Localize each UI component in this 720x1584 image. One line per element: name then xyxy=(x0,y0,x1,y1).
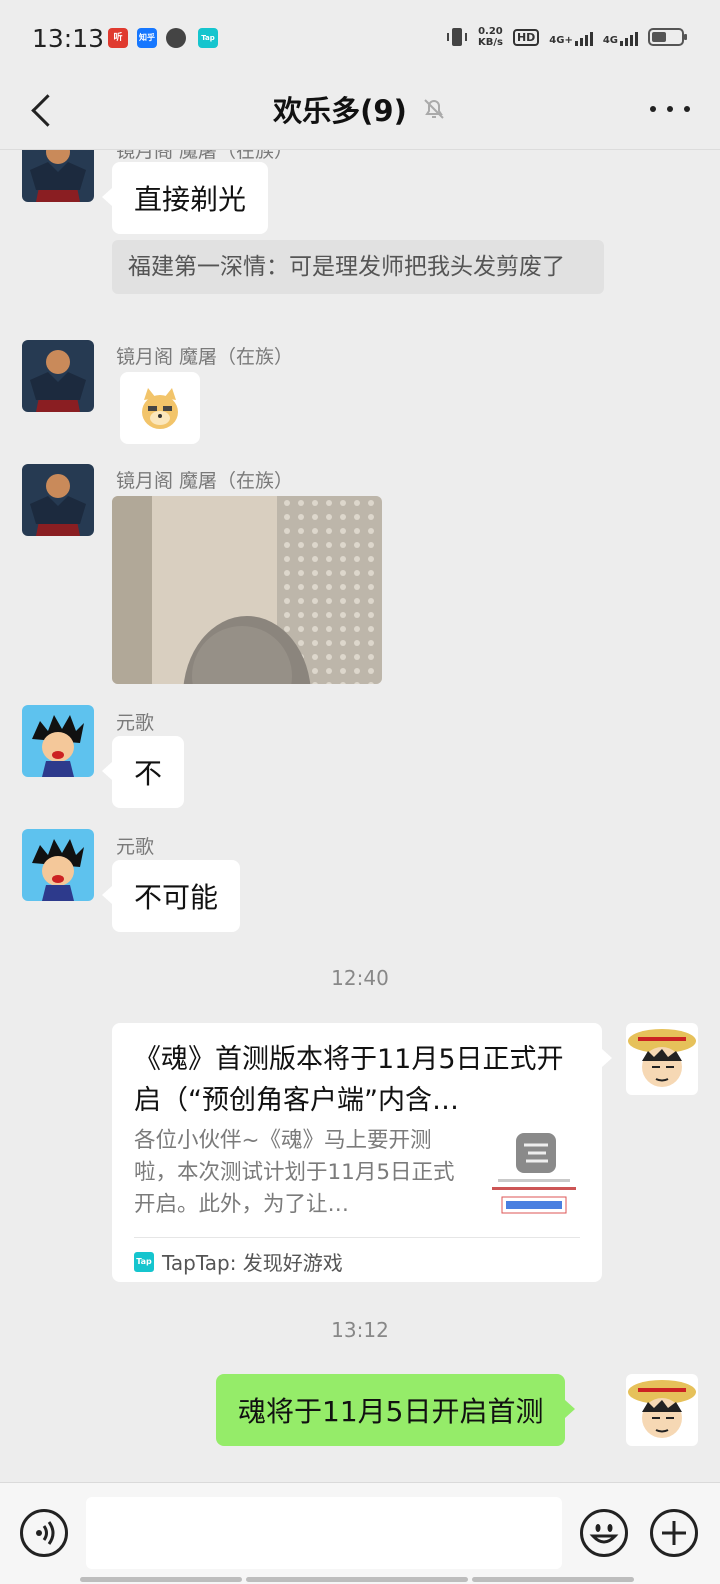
nav-handle xyxy=(246,1577,468,1582)
message-bubble[interactable]: 不可能 xyxy=(101,860,241,932)
signal-bars-icon xyxy=(574,28,593,46)
card-source-text: TapTap: 发现好游戏 xyxy=(162,1251,343,1275)
input-bar xyxy=(0,1482,720,1584)
card-title: 《魂》首测版本将于11月5日正式开启（“预创角客户端”内含… xyxy=(134,1044,564,1116)
self-avatar[interactable] xyxy=(626,1023,698,1095)
chat-header: 欢乐多(9) xyxy=(0,76,720,150)
status-time: 13:13 xyxy=(32,24,105,53)
sim2-signal: 4G xyxy=(603,28,638,46)
nav-handle xyxy=(472,1577,634,1582)
sticker-message[interactable] xyxy=(120,372,200,444)
sender-name: 镜月阁 魔屠（在族） xyxy=(116,470,294,492)
sender-name: 元歌 xyxy=(116,836,155,858)
avatar[interactable] xyxy=(22,464,94,536)
card-thumbnail xyxy=(488,1131,580,1219)
quoted-message[interactable]: 福建第一深情：可是理发师把我头发剪废了 xyxy=(112,240,604,294)
sender-name: 元歌 xyxy=(116,712,155,734)
doge-sticker-icon xyxy=(142,388,178,429)
zhihu-app-icon: 知乎 xyxy=(137,28,157,48)
smiley-icon xyxy=(589,1524,619,1544)
quote-text: 福建第一深情：可是理发师把我头发剪废了 xyxy=(128,254,565,280)
card-source: Tap TapTap: 发现好游戏 xyxy=(134,1247,343,1276)
more-options-button[interactable] xyxy=(650,94,690,124)
voice-input-button[interactable] xyxy=(20,1509,68,1557)
shared-link-card[interactable]: 《魂》首测版本将于11月5日正式开启（“预创角客户端”内含… 各位小伙伴~《魂》… xyxy=(112,1023,612,1282)
taptap-app-icon: Tap xyxy=(198,28,218,48)
message-bubble[interactable]: 直接剃光 xyxy=(101,162,269,234)
message-text: 不可能 xyxy=(134,881,219,914)
sender-name: 镜月阁 魔屠（在族） xyxy=(116,346,294,368)
message-bubble[interactable]: 不 xyxy=(101,736,185,808)
timestamp: 13:12 xyxy=(331,1318,389,1342)
photo-message[interactable] xyxy=(112,496,382,684)
avatar[interactable] xyxy=(22,705,94,777)
message-text: 不 xyxy=(134,757,163,790)
avatar[interactable] xyxy=(22,829,94,901)
avatar[interactable] xyxy=(22,150,94,202)
hd-badge: HD xyxy=(512,28,540,46)
sim1-signal: 4G+ xyxy=(549,28,593,46)
emoji-button[interactable] xyxy=(580,1509,628,1557)
status-bar: 13:13 听 知乎 Tap 0.20 KB/s HD 4G+ 4G xyxy=(0,0,720,76)
timestamp: 12:40 xyxy=(331,966,389,990)
plus-icon xyxy=(662,1521,686,1545)
message-input[interactable] xyxy=(86,1497,562,1569)
chat-title[interactable]: 欢乐多(9) xyxy=(273,88,407,130)
message-text: 魂将于11月5日开启首测 xyxy=(238,1395,544,1428)
mute-bell-icon xyxy=(424,99,444,119)
listen-app-icon: 听 xyxy=(108,28,128,48)
more-actions-button[interactable] xyxy=(650,1509,698,1557)
battery-icon xyxy=(648,28,687,46)
self-avatar[interactable] xyxy=(626,1374,698,1446)
taptap-logo-icon: Tap xyxy=(134,1251,154,1272)
card-description: 各位小伙伴~《魂》马上要开测啦，本次测试计划于11月5日正式开启。此外，为了让… xyxy=(134,1128,455,1217)
vibrate-icon xyxy=(446,28,467,46)
nav-handle xyxy=(80,1577,242,1582)
message-bubble-self[interactable]: 魂将于11月5日开启首测 xyxy=(216,1374,576,1446)
message-list[interactable]: 镜月阁 魔屠（在族） 直接剃光 福建第一深情：可是理发师把我头发剪废了 镜月阁 … xyxy=(0,150,720,1482)
avatar[interactable] xyxy=(22,340,94,412)
voice-icon xyxy=(36,1521,55,1545)
signal-bars-icon xyxy=(620,28,638,46)
message-text: 直接剃光 xyxy=(134,183,247,216)
network-speed: 0.20 KB/s xyxy=(477,26,503,48)
app-circle-icon xyxy=(166,28,186,48)
